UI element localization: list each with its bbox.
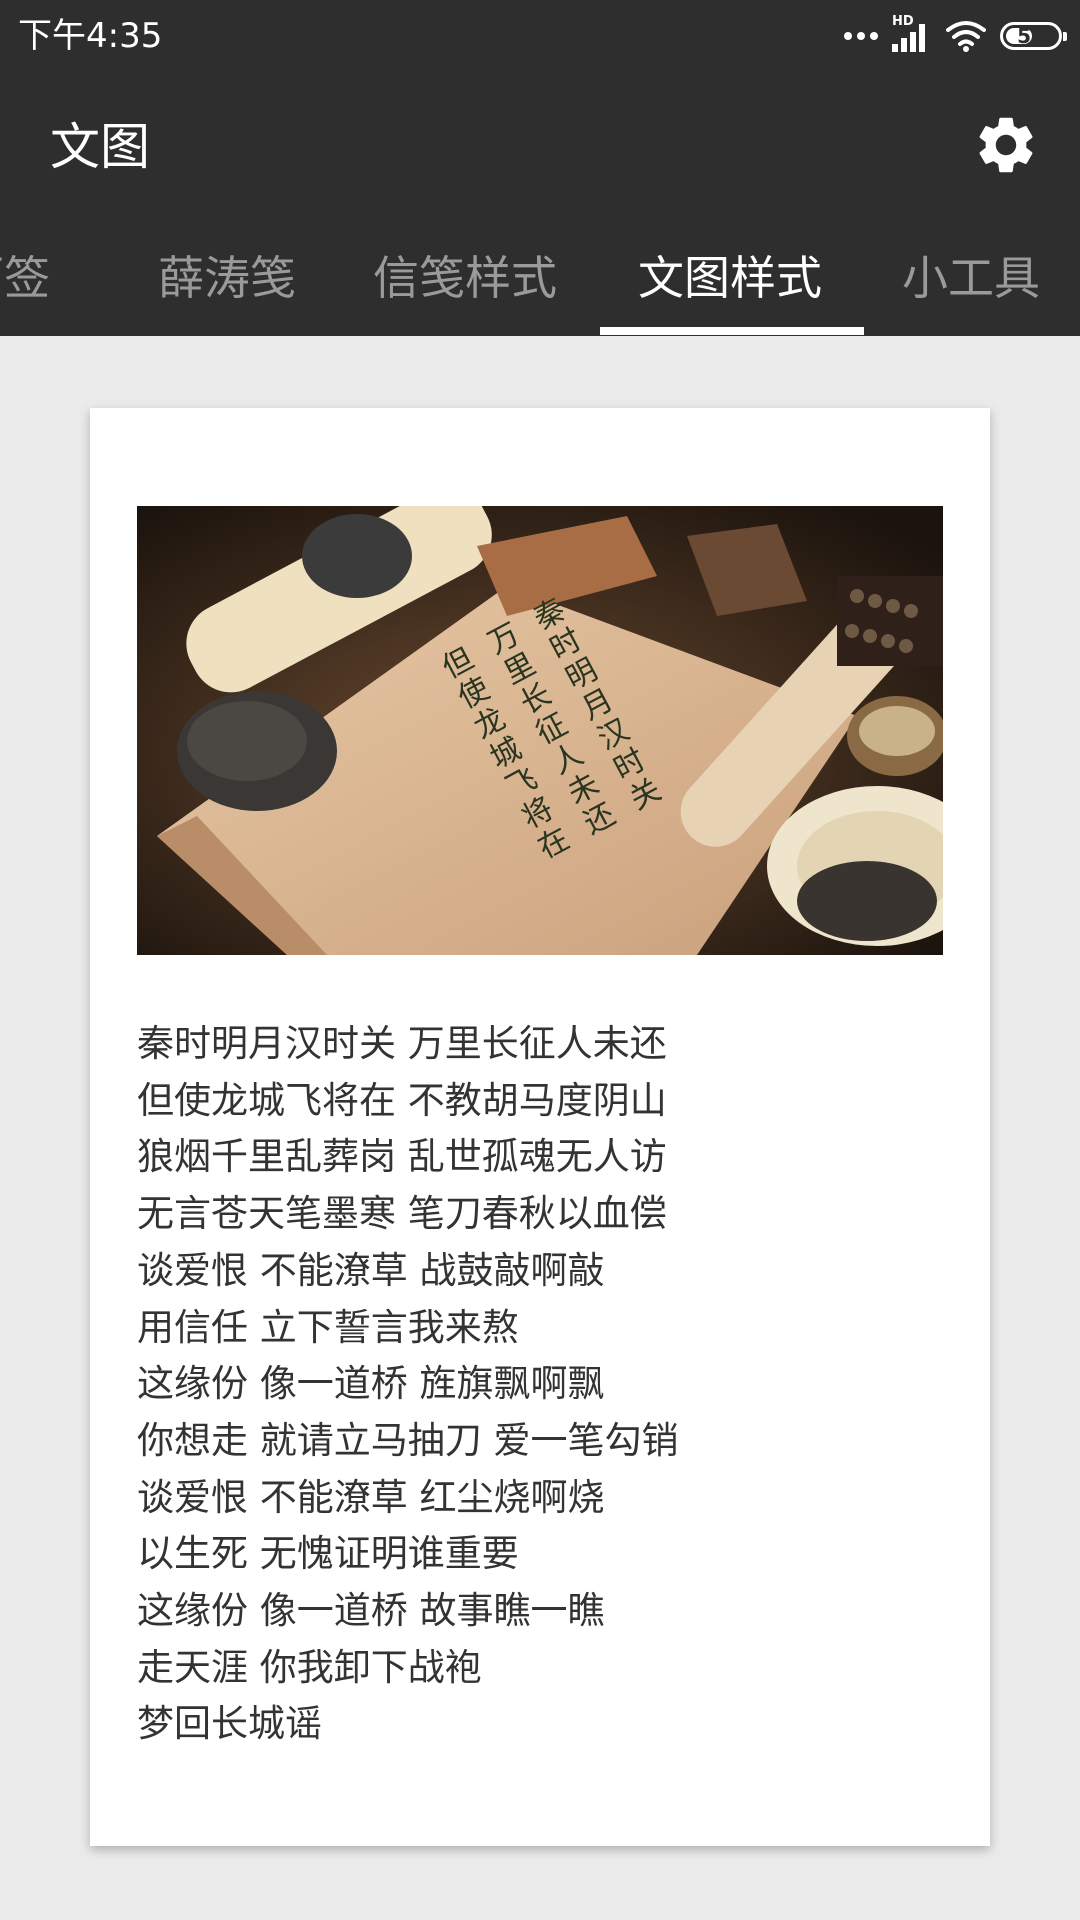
status-time: 下午4:35 — [18, 16, 163, 56]
hd-badge: HD — [892, 14, 914, 29]
poem-line: 谈爱恨 不能潦草 红尘烧啊烧 — [137, 1475, 605, 1519]
poem-line: 无言苍天笔墨寒 笔刀春秋以血偿 — [137, 1192, 667, 1236]
tab-li-qian[interactable]: 历签 — [0, 248, 50, 308]
app-bar: 文图 — [0, 75, 1080, 215]
tab-letter-style[interactable]: 信笺样式 — [373, 248, 557, 308]
top-bar: 下午4:35 HD 57 文图 签 薛涛笺 信笺样式 文图样式 小工具 — [0, 0, 1080, 336]
poem-text: 秦时明月汉时关 万里长征人未还 但使龙城飞将在 不教胡马度阴山 狼烟千里乱葬岗 乱世… — [137, 1016, 943, 1753]
poem-line: 走天涯 你我卸下战袍 — [137, 1645, 482, 1689]
poem-line: 谈爱恨 不能潦草 战鼓敲啊敲 — [137, 1248, 605, 1292]
poem-line: 这缘份 像一道桥 故事瞧一瞧 — [137, 1589, 605, 1633]
poem-line: 但使龙城飞将在 不教胡马度阴山 — [137, 1078, 667, 1122]
poem-line: 秦时明月汉时关 万里长征人未还 — [137, 1022, 667, 1065]
signal-icon: HD — [892, 14, 932, 52]
preview-card: 但使龙城飞将在 万里长征人未还 秦时明月汉时关 秦时明月汉时关 万里长征人未还但… — [90, 408, 990, 1846]
tab-image-text-style[interactable]: 文图样式 — [638, 248, 822, 308]
more-notifications-icon — [844, 32, 878, 40]
active-tab-indicator — [600, 327, 864, 335]
poem-line: 梦回长城谣 — [137, 1702, 322, 1746]
status-bar: 下午4:35 HD 57 — [0, 0, 1080, 75]
poem-line: 你想走 就请立马抽刀 爱一笔勾销 — [137, 1418, 679, 1462]
poem-line: 用信任 立下誓言我来熬 — [137, 1305, 519, 1349]
poem-line: 狼烟千里乱葬岗 乱世孤魂无人访 — [137, 1135, 667, 1179]
status-icons: HD 57 — [844, 14, 1067, 58]
tab-tools[interactable]: 小工具 — [902, 248, 1040, 308]
calligraphy-photo: 但使龙城飞将在 万里长征人未还 秦时明月汉时关 — [137, 506, 943, 955]
poem-line: 以生死 无愧证明谁重要 — [137, 1532, 519, 1576]
battery-icon: 57 — [1000, 22, 1067, 50]
wifi-icon — [946, 21, 986, 52]
tab-bar: 历签 薛涛笺 信笺样式 文图样式 小工具 — [0, 218, 1080, 336]
battery-level: 57 — [1017, 24, 1045, 48]
gear-icon[interactable] — [972, 111, 1040, 179]
app-title: 文图 — [50, 118, 150, 176]
poem-line: 这缘份 像一道桥 旌旗飘啊飘 — [137, 1362, 605, 1406]
tab-xue-tao-jian[interactable]: 薛涛笺 — [158, 248, 296, 308]
